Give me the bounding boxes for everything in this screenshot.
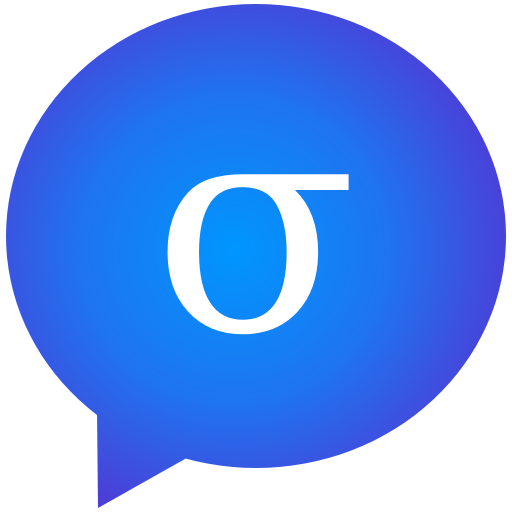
chat-bubble-sigma-icon: σ: [6, 4, 506, 508]
sigma-glyph: σ: [153, 52, 358, 401]
app-icon: σ: [0, 0, 512, 512]
